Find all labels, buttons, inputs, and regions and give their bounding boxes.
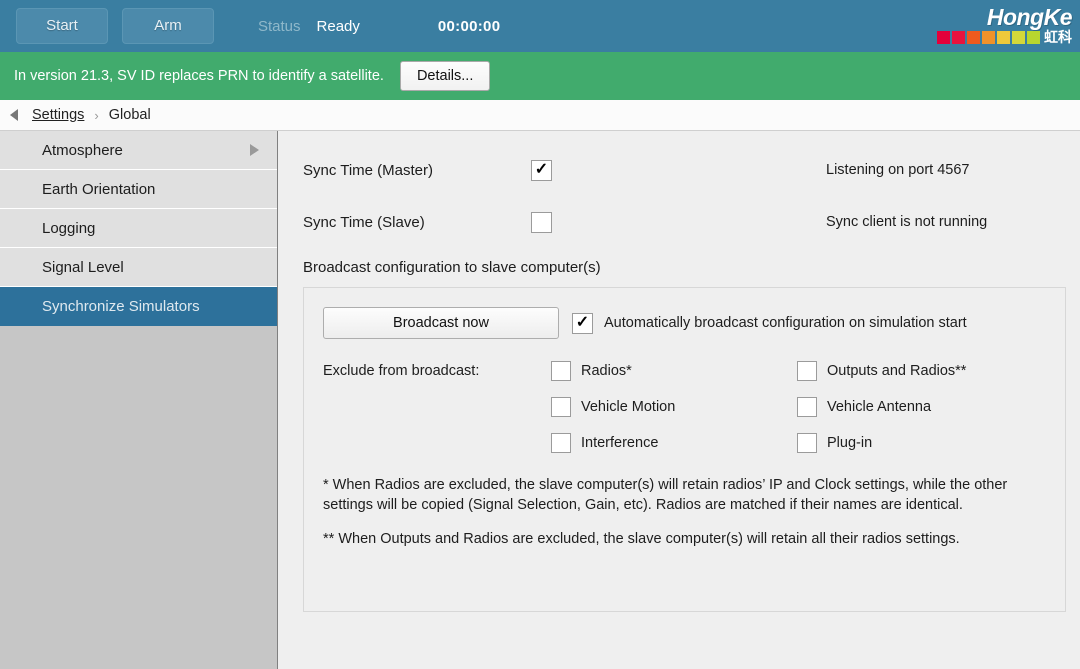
- status-label: Status: [258, 17, 301, 35]
- breadcrumb-current-page: Global: [108, 107, 151, 123]
- settings-sidebar: Atmosphere Earth Orientation Logging Sig…: [0, 131, 278, 669]
- exclude-option-radios[interactable]: Radios*: [551, 361, 797, 381]
- sync-time-slave-checkbox[interactable]: [531, 211, 552, 233]
- exclude-from-broadcast-label: Exclude from broadcast:: [323, 363, 480, 379]
- back-arrow-icon[interactable]: [10, 109, 18, 121]
- sidebar-item-atmosphere[interactable]: Atmosphere: [0, 131, 277, 170]
- logo-color-squares: 虹科: [922, 29, 1072, 45]
- arm-button[interactable]: Arm: [122, 8, 214, 44]
- exclude-option-outputs-and-radios[interactable]: Outputs and Radios**: [797, 361, 1043, 381]
- auto-broadcast-label: Automatically broadcast configuration on…: [604, 315, 967, 331]
- broadcast-now-button[interactable]: Broadcast now: [323, 307, 559, 339]
- sidebar-item-label: Earth Orientation: [42, 180, 156, 198]
- exclude-option-interference[interactable]: Interference: [551, 433, 797, 453]
- exclude-options-grid: Radios* Outputs and Radios** Vehicle Mot…: [551, 361, 1043, 453]
- status-value: Ready: [316, 17, 360, 35]
- content-area: Atmosphere Earth Orientation Logging Sig…: [0, 131, 1080, 669]
- exclude-radios-checkbox[interactable]: [551, 361, 571, 381]
- notification-banner: In version 21.3, SV ID replaces PRN to i…: [0, 52, 1080, 100]
- sync-master-status-text: Listening on port 4567: [826, 162, 970, 178]
- sidebar-item-synchronize-simulators[interactable]: Synchronize Simulators: [0, 287, 277, 326]
- breadcrumb: Settings › Global: [0, 100, 1080, 131]
- sync-slave-status-text: Sync client is not running: [826, 214, 988, 230]
- logo-square-6: [1012, 31, 1025, 44]
- settings-main-pane: Sync Time (Master) ✓ Listening on port 4…: [278, 131, 1080, 669]
- exclude-option-label: Outputs and Radios**: [827, 363, 967, 379]
- breadcrumb-separator-icon: ›: [94, 107, 99, 123]
- hongke-logo: HongKe 虹科: [922, 4, 1073, 45]
- sync-time-master-label: Sync Time (Master): [303, 161, 434, 179]
- exclude-from-broadcast-section: Exclude from broadcast: Radios* Outputs …: [323, 361, 1043, 453]
- sync-time-master-row: Sync Time (Master) ✓ Listening on port 4…: [303, 153, 1066, 187]
- breadcrumb-settings-link[interactable]: Settings: [32, 107, 84, 123]
- broadcast-action-row: Broadcast now ✓ Automatically broadcast …: [323, 307, 1043, 339]
- logo-square-5: [997, 31, 1010, 44]
- exclude-option-plug-in[interactable]: Plug-in: [797, 433, 1043, 453]
- exclude-plug-in-checkbox[interactable]: [797, 433, 817, 453]
- footnote-single-star: * When Radios are excluded, the slave co…: [323, 477, 1008, 513]
- sidebar-item-label: Logging: [42, 219, 96, 237]
- banner-message: In version 21.3, SV ID replaces PRN to i…: [14, 68, 384, 84]
- sidebar-item-label: Synchronize Simulators: [42, 297, 200, 315]
- checkmark-icon: ✓: [534, 161, 549, 178]
- sidebar-item-earth-orientation[interactable]: Earth Orientation: [0, 170, 277, 209]
- elapsed-timer: 00:00:00: [437, 17, 501, 35]
- exclude-option-vehicle-motion[interactable]: Vehicle Motion: [551, 397, 797, 417]
- auto-broadcast-checkbox[interactable]: ✓: [572, 312, 593, 334]
- top-toolbar: Start Arm Status Ready 00:00:00 HongKe 虹…: [0, 0, 1080, 52]
- sync-time-slave-label: Sync Time (Slave): [303, 213, 425, 231]
- sync-time-slave-row: Sync Time (Slave) Sync client is not run…: [303, 205, 1066, 239]
- sidebar-item-signal-level[interactable]: Signal Level: [0, 248, 277, 287]
- exclude-vehicle-antenna-checkbox[interactable]: [797, 397, 817, 417]
- broadcast-panel: Broadcast now ✓ Automatically broadcast …: [303, 287, 1066, 612]
- checkmark-icon: ✓: [575, 314, 590, 331]
- sidebar-item-label: Signal Level: [42, 258, 124, 276]
- sidebar-item-logging[interactable]: Logging: [0, 209, 277, 248]
- logo-wordmark: HongKe: [986, 4, 1073, 30]
- exclude-option-label: Vehicle Antenna: [827, 399, 932, 415]
- sidebar-item-label: Atmosphere: [42, 141, 123, 159]
- logo-square-3: [967, 31, 980, 44]
- exclude-vehicle-motion-checkbox[interactable]: [551, 397, 571, 417]
- logo-square-1: [937, 31, 950, 44]
- logo-square-2: [952, 31, 965, 44]
- footnote-double-star: ** When Outputs and Radios are excluded,…: [323, 531, 960, 547]
- logo-chinese-name: 虹科: [1044, 29, 1072, 45]
- logo-square-4: [982, 31, 995, 44]
- details-button[interactable]: Details...: [399, 61, 491, 91]
- exclude-interference-checkbox[interactable]: [551, 433, 571, 453]
- broadcast-section-title: Broadcast configuration to slave compute…: [303, 259, 601, 276]
- chevron-right-icon: [250, 144, 259, 156]
- exclude-option-label: Vehicle Motion: [581, 399, 676, 415]
- exclude-option-label: Radios*: [581, 363, 632, 379]
- exclude-option-vehicle-antenna[interactable]: Vehicle Antenna: [797, 397, 1043, 417]
- exclude-outputs-and-radios-checkbox[interactable]: [797, 361, 817, 381]
- sync-time-master-checkbox[interactable]: ✓: [531, 159, 552, 181]
- start-button[interactable]: Start: [16, 8, 108, 44]
- exclude-option-label: Plug-in: [827, 435, 873, 451]
- logo-square-7: [1027, 31, 1040, 44]
- exclude-option-label: Interference: [581, 435, 659, 451]
